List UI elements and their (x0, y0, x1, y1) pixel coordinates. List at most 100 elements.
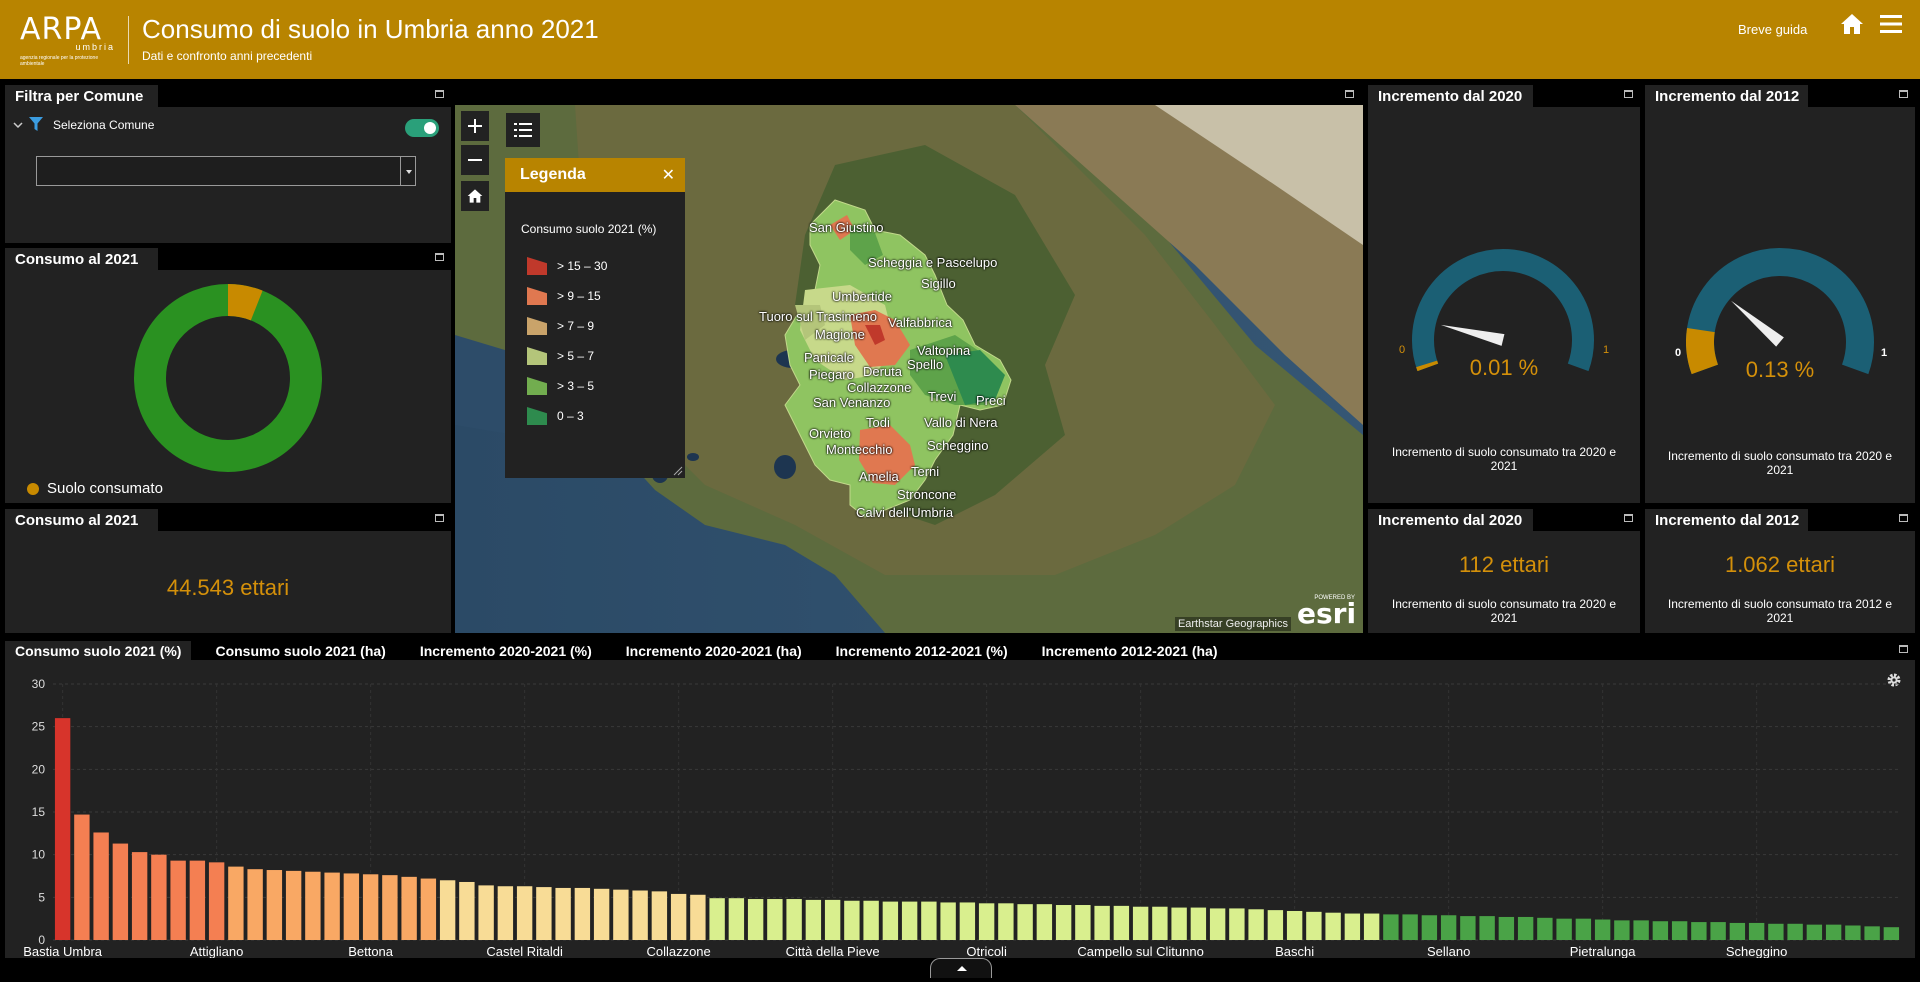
bar[interactable] (921, 901, 937, 940)
bar[interactable] (305, 871, 321, 940)
bar[interactable] (170, 860, 186, 940)
bar[interactable] (1094, 905, 1110, 940)
donut-consumed-slice[interactable] (227, 284, 263, 321)
bar[interactable] (1806, 924, 1823, 940)
zoom-out-button[interactable] (461, 145, 489, 175)
bar[interactable] (401, 876, 417, 940)
bar[interactable] (767, 899, 783, 940)
maximize-icon[interactable] (435, 90, 444, 98)
bar[interactable] (1537, 917, 1553, 940)
bar[interactable] (1460, 916, 1476, 940)
bar[interactable] (555, 887, 571, 940)
donut-remaining[interactable] (134, 284, 322, 472)
bar[interactable] (131, 852, 148, 940)
bar[interactable] (593, 888, 610, 940)
zoom-in-button[interactable] (461, 111, 489, 141)
bar[interactable] (651, 891, 668, 940)
bar[interactable] (670, 893, 687, 940)
filter-toggle[interactable] (405, 119, 439, 137)
bar[interactable] (863, 900, 879, 940)
maximize-icon[interactable] (1899, 514, 1908, 522)
bar[interactable] (613, 889, 629, 940)
chevron-down-icon[interactable] (13, 120, 23, 130)
tab-incremento-2012-2021-ha[interactable]: Incremento 2012-2021 (ha) (1032, 641, 1228, 661)
tab-incremento-2020-2021-pct[interactable]: Incremento 2020-2021 (%) (410, 641, 602, 661)
bar[interactable] (1671, 921, 1688, 940)
bar[interactable] (959, 902, 976, 940)
bar[interactable] (824, 899, 841, 940)
bar[interactable] (728, 898, 745, 940)
bar[interactable] (1652, 921, 1669, 940)
bar[interactable] (1479, 916, 1495, 940)
bar[interactable] (1594, 919, 1611, 940)
bar[interactable] (1286, 910, 1303, 940)
bar[interactable] (1845, 925, 1861, 940)
bar[interactable] (1710, 922, 1726, 940)
filter-row[interactable]: Seleziona Comune (13, 117, 154, 132)
bar[interactable] (1325, 912, 1341, 940)
comune-select[interactable] (36, 156, 416, 186)
bar[interactable] (1344, 913, 1361, 940)
bar[interactable] (1132, 906, 1149, 940)
bar[interactable] (1864, 926, 1880, 940)
legend-toggle-button[interactable] (506, 113, 540, 147)
esri-logo[interactable]: POWERED BY esri (1297, 595, 1356, 629)
bar[interactable] (632, 890, 648, 940)
maximize-icon[interactable] (1624, 514, 1633, 522)
tab-consumo-2021-pct[interactable]: Consumo suolo 2021 (%) (5, 641, 192, 661)
bar[interactable] (1498, 916, 1515, 940)
bar[interactable] (93, 832, 109, 940)
close-icon[interactable]: ✕ (662, 165, 675, 185)
bar[interactable] (1575, 918, 1592, 940)
bar[interactable] (1614, 920, 1630, 940)
bar[interactable] (478, 885, 494, 940)
bar[interactable] (998, 903, 1014, 940)
hamburger-menu-icon[interactable] (1879, 12, 1903, 36)
maximize-icon[interactable] (1899, 645, 1908, 653)
bar[interactable] (805, 899, 822, 940)
bar[interactable] (882, 901, 899, 940)
bar[interactable] (1748, 922, 1765, 940)
bar[interactable] (247, 869, 263, 940)
bar[interactable] (1306, 911, 1322, 940)
arpa-logo[interactable]: ARPA umbria agenzia regionale per la pro… (20, 14, 115, 68)
bar[interactable] (285, 870, 302, 940)
bar[interactable] (978, 903, 995, 940)
bar[interactable] (1383, 914, 1399, 940)
bar[interactable] (1209, 908, 1226, 940)
bar[interactable] (940, 902, 956, 940)
guide-link[interactable]: Breve guida (1738, 22, 1807, 37)
bar[interactable] (1768, 923, 1784, 940)
bar[interactable] (1075, 905, 1091, 940)
bar[interactable] (343, 873, 360, 940)
bar[interactable] (1421, 915, 1438, 940)
collapse-handle[interactable] (930, 958, 992, 978)
bar[interactable] (382, 875, 398, 940)
maximize-icon[interactable] (435, 514, 444, 522)
bar[interactable] (1363, 913, 1380, 940)
bar[interactable] (459, 881, 475, 940)
bar[interactable] (690, 894, 706, 940)
bar[interactable] (324, 872, 340, 940)
bar[interactable] (54, 718, 71, 940)
tab-consumo-2021-ha[interactable]: Consumo suolo 2021 (ha) (205, 641, 395, 661)
bar[interactable] (901, 901, 918, 940)
bar[interactable] (189, 860, 206, 940)
bar[interactable] (1171, 907, 1187, 940)
bar[interactable] (151, 854, 167, 940)
tab-incremento-2012-2021-pct[interactable]: Incremento 2012-2021 (%) (826, 641, 1018, 661)
bar[interactable] (439, 880, 456, 940)
bar[interactable] (1825, 924, 1842, 940)
bar[interactable] (1055, 905, 1072, 940)
tab-incremento-2020-2021-ha[interactable]: Incremento 2020-2021 (ha) (616, 641, 812, 661)
bar[interactable] (266, 870, 283, 940)
bar[interactable] (536, 887, 552, 940)
bar[interactable] (362, 874, 379, 940)
bar[interactable] (497, 886, 514, 940)
bar[interactable] (786, 899, 802, 940)
bar[interactable] (1017, 904, 1033, 940)
bar[interactable] (1517, 916, 1534, 940)
bar[interactable] (1691, 922, 1707, 940)
home-icon[interactable] (1840, 12, 1864, 36)
bar[interactable] (1556, 918, 1572, 940)
